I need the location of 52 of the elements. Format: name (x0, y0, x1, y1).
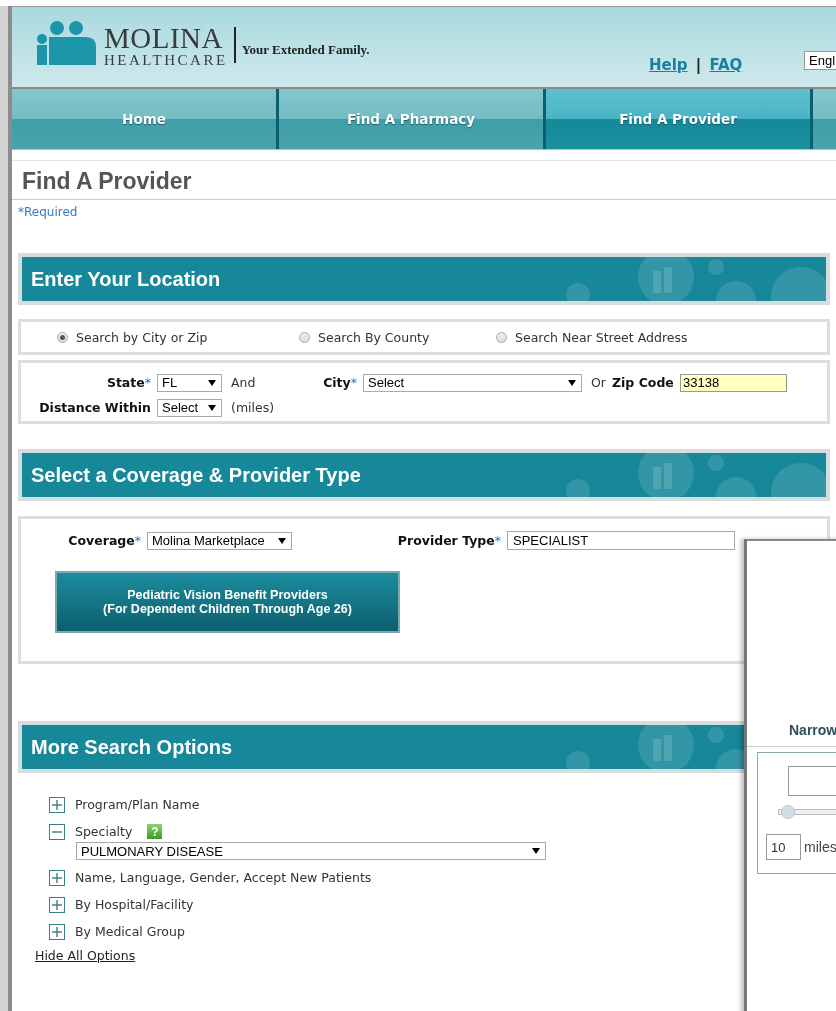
option-label: Name, Language, Gender, Accept New Patients (75, 870, 372, 885)
field-label: Zip Code (612, 375, 674, 390)
expand-icon[interactable] (49, 923, 65, 940)
miles-label: miles (804, 839, 836, 855)
option-label: Specialty (75, 824, 133, 839)
miles-field[interactable]: 10 (766, 834, 801, 860)
option-label: Program/Plan Name (75, 797, 200, 812)
radio-label: Search by City or Zip (76, 329, 208, 345)
caret-icon (568, 379, 576, 386)
required-note: *Required (17, 204, 79, 221)
field-label: City* (322, 375, 357, 390)
collapse-icon[interactable] (49, 823, 65, 840)
expand-icon[interactable] (49, 796, 65, 813)
link-separator: | (695, 55, 702, 74)
nav-bar-segment (813, 89, 836, 149)
pediatric-vision-button[interactable]: Pediatric Vision Benefit Providers (For Dependent Children Through Age 26) (55, 571, 400, 633)
section-title: Select a Coverage & Provider Type (30, 463, 361, 487)
field-label: Distance Within (38, 400, 151, 415)
caret-icon (208, 379, 216, 386)
distance-select[interactable]: Select (157, 398, 222, 417)
tagline: Your Extended Family. (241, 42, 370, 58)
language-select[interactable]: Engl (804, 51, 836, 70)
specialty-select[interactable]: PULMONARY DISEASE (76, 842, 546, 860)
hide-options-link[interactable]: Hide All Options (35, 948, 136, 963)
coverage-select[interactable]: Molina Marketplace (147, 531, 292, 550)
radio-label: Search By County (318, 329, 430, 345)
radio-button[interactable] (496, 331, 507, 343)
radio-button[interactable] (299, 331, 310, 343)
expand-icon[interactable] (49, 896, 65, 913)
connector-text: Or (591, 375, 606, 390)
logo-wordmark: MOLINA HEALTHCARE (104, 24, 228, 68)
option-label: By Medical Group (75, 924, 185, 939)
expand-icon[interactable] (49, 869, 65, 886)
page-title: Find A Provider (12, 160, 836, 200)
section-title: Enter Your Location (30, 267, 221, 291)
radio-label: Search Near Street Address (515, 329, 688, 345)
units-text: (miles) (231, 400, 275, 415)
city-select[interactable]: Select (363, 373, 582, 392)
field-label: Provider Type* (396, 533, 501, 548)
field-label: State* (105, 375, 151, 390)
provider-type-select[interactable]: SPECIALIST (507, 531, 735, 550)
radio-button[interactable] (57, 331, 68, 343)
slider-thumb[interactable] (780, 805, 795, 819)
caret-icon (532, 848, 540, 854)
state-select[interactable]: FL (157, 373, 222, 392)
section-title: More Search Options (30, 735, 233, 759)
zip-code-field[interactable]: 33138 (680, 373, 787, 392)
field-label: Coverage* (67, 533, 141, 548)
connector-text: And (231, 375, 257, 390)
caret-icon (208, 404, 216, 411)
option-label: By Hospital/Facility (75, 897, 194, 912)
caret-icon (278, 537, 286, 544)
